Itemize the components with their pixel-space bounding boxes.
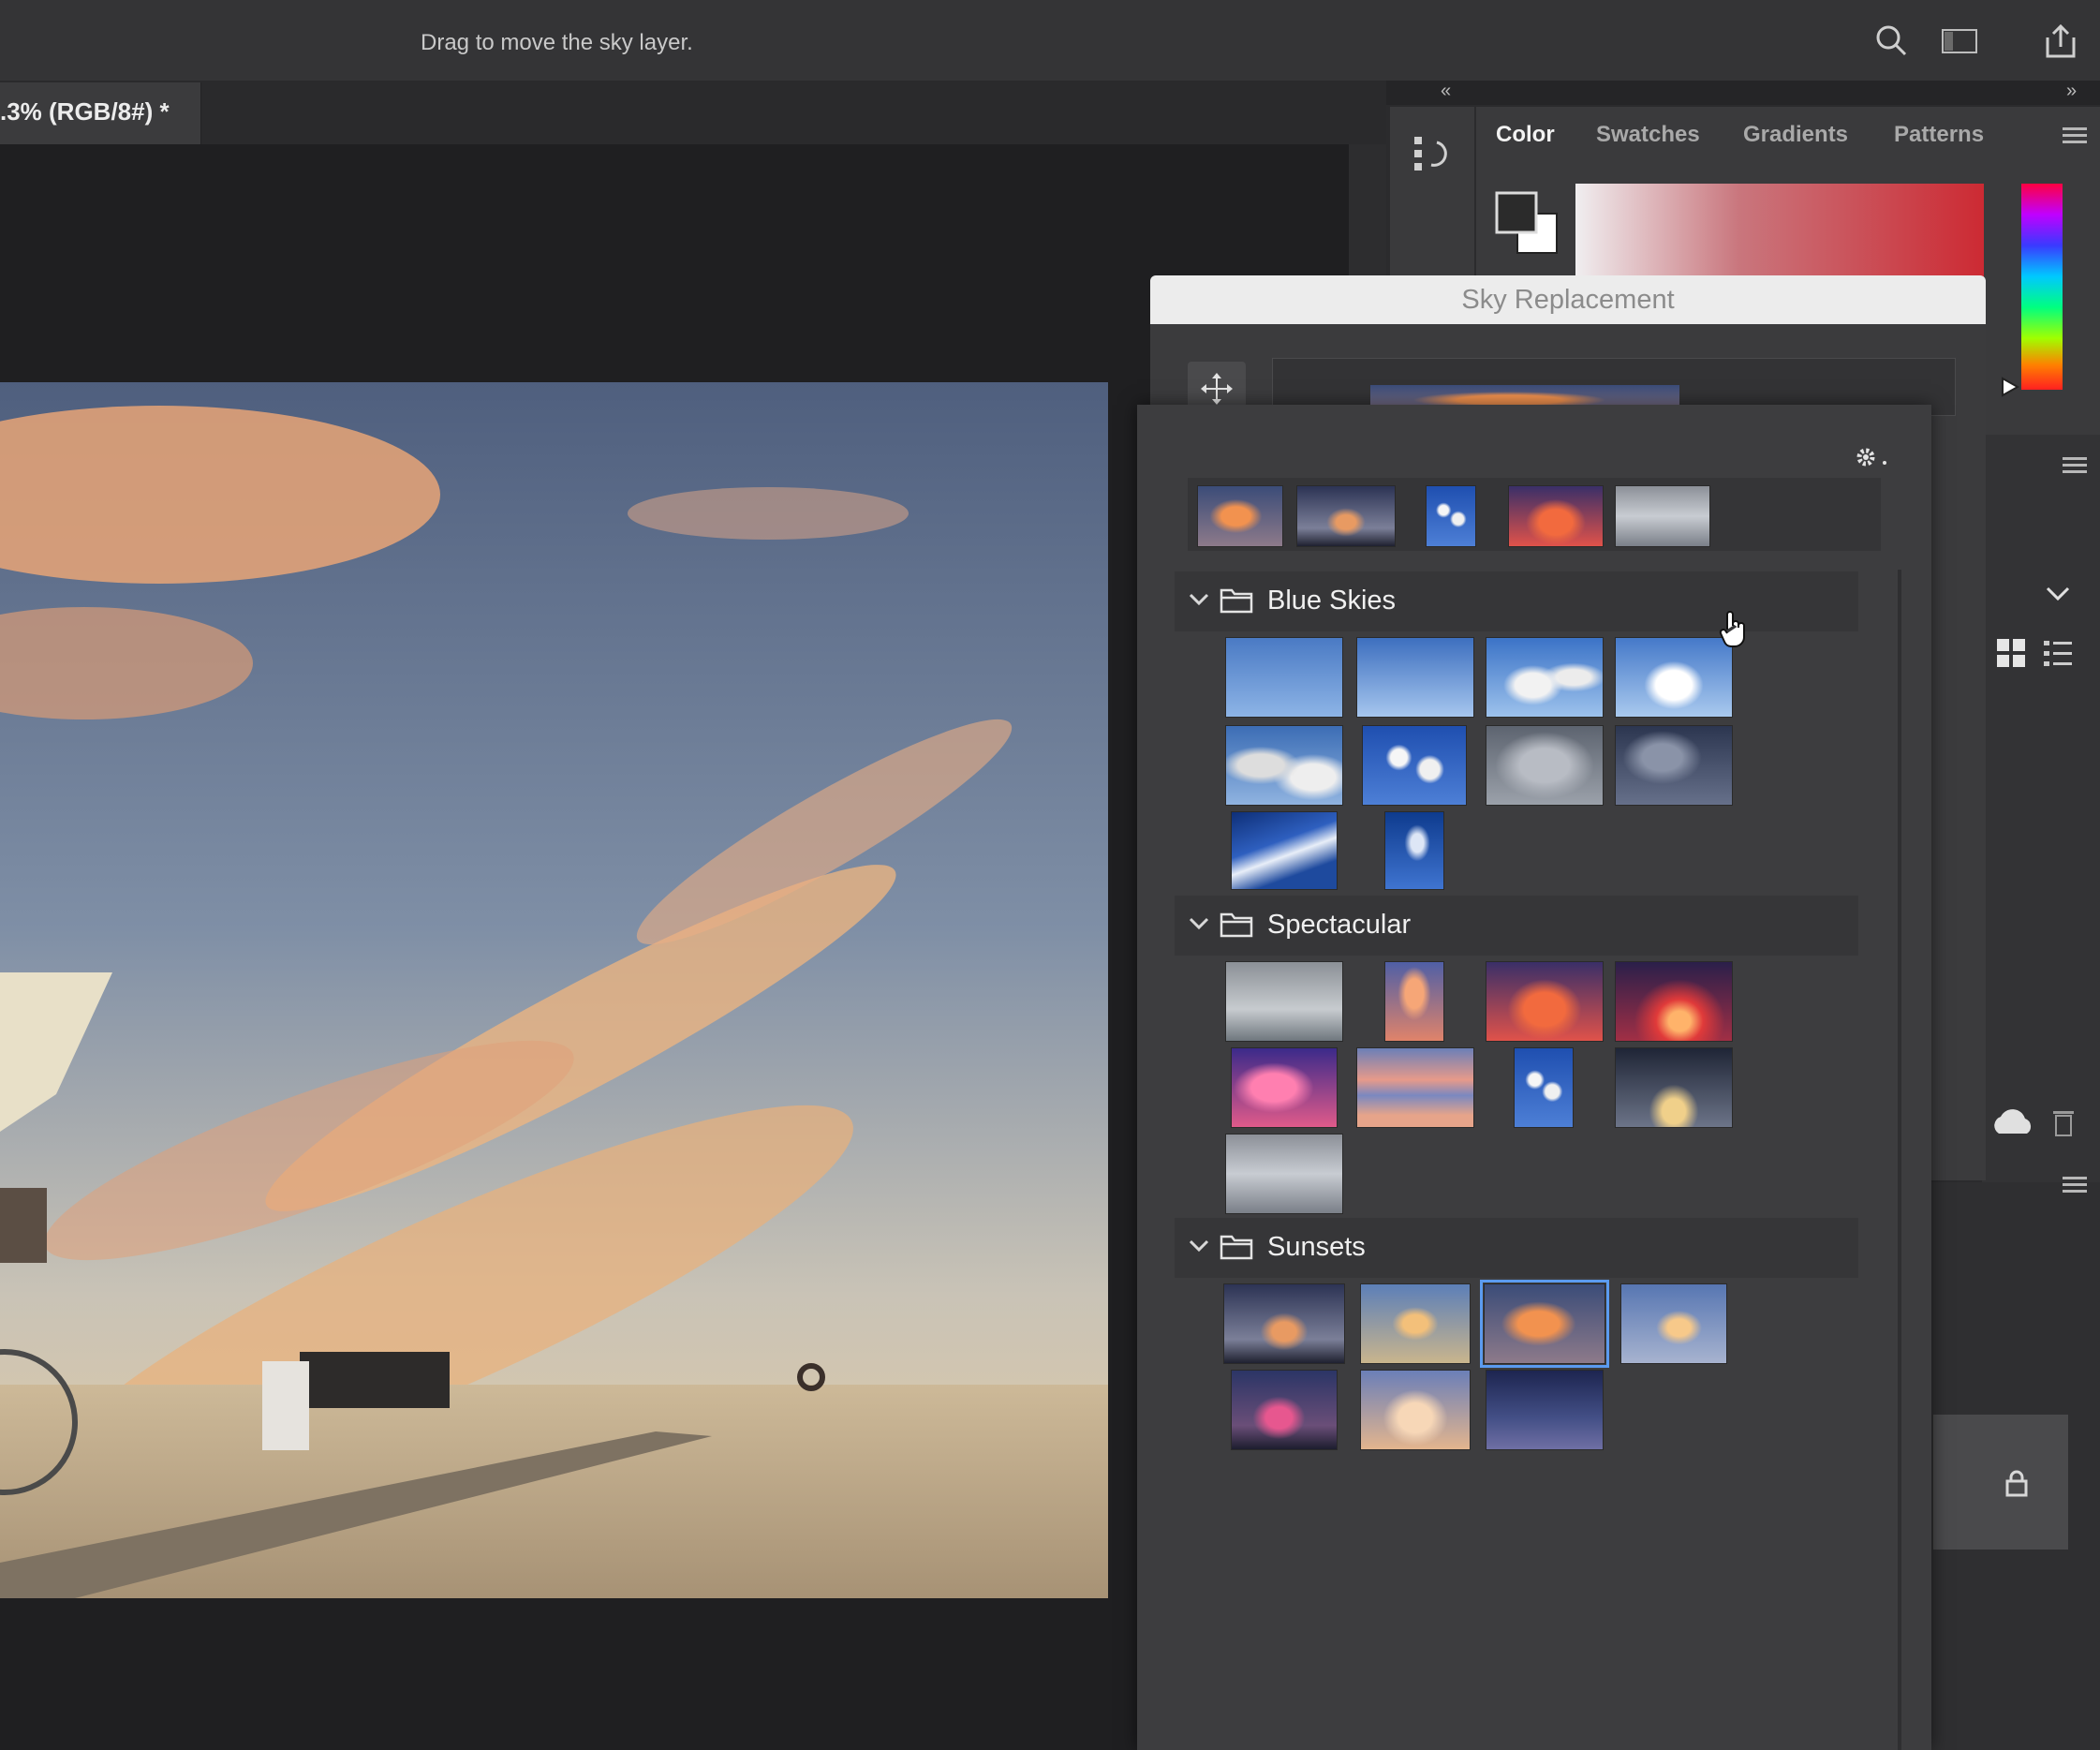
panel-menu-icon[interactable]: [2063, 455, 2087, 481]
sky-preset[interactable]: [1486, 961, 1604, 1042]
panel-menu-icon[interactable]: [2063, 1175, 2087, 1200]
preset-scrollbar[interactable]: [1898, 570, 1901, 1750]
tab-gradients[interactable]: Gradients: [1743, 122, 1848, 148]
sky-preset[interactable]: [1514, 1047, 1574, 1128]
side-panel: [1982, 435, 2100, 1184]
color-spectrum-field[interactable]: [1575, 184, 1984, 277]
sky-preset[interactable]: [1615, 725, 1733, 806]
sky-preset[interactable]: [1615, 1047, 1733, 1128]
gear-icon[interactable]: [1853, 444, 1890, 477]
grid-view-icon[interactable]: [1995, 637, 2027, 674]
list-view-icon[interactable]: [2042, 637, 2074, 674]
sky-dialog-title: Sky Replacement: [1461, 285, 1675, 315]
sky-preset[interactable]: [1384, 961, 1444, 1042]
trash-icon[interactable]: [2049, 1107, 2078, 1142]
recent-sky-4[interactable]: [1508, 485, 1604, 547]
sky-preset[interactable]: [1384, 811, 1444, 890]
sky-preset[interactable]: [1615, 637, 1733, 718]
sky-preset[interactable]: [1615, 961, 1733, 1042]
collapse-right-icon[interactable]: »: [2066, 81, 2077, 102]
sky-preset[interactable]: [1362, 725, 1467, 806]
sky-preset[interactable]: [1620, 1283, 1727, 1364]
tab-color[interactable]: Color: [1496, 122, 1555, 148]
options-hint: Drag to move the sky layer.: [421, 30, 693, 55]
panel-menu-icon[interactable]: [2063, 126, 2087, 151]
hue-slider-handle[interactable]: [2001, 377, 2020, 402]
cloud-icon[interactable]: [1989, 1105, 2036, 1142]
chevron-down-icon[interactable]: [2044, 583, 2072, 608]
hand-cursor-icon: [1718, 609, 1750, 655]
sky-preset[interactable]: [1486, 725, 1604, 806]
document-image[interactable]: [0, 382, 1108, 1598]
recent-sky-5[interactable]: [1615, 485, 1710, 547]
folder-label-sunsets: Sunsets: [1267, 1232, 1366, 1262]
sky-preset[interactable]: [1231, 1047, 1338, 1128]
chevron-down-icon[interactable]: [1188, 590, 1210, 614]
sky-preset[interactable]: [1360, 1283, 1471, 1364]
sky-preset[interactable]: [1356, 637, 1474, 718]
folder-icon: [1220, 586, 1253, 619]
folder-icon: [1220, 911, 1253, 943]
sky-preset-selected[interactable]: [1480, 1280, 1609, 1368]
workspace-icon[interactable]: [1939, 21, 1980, 62]
sky-preset[interactable]: [1225, 1134, 1343, 1214]
sky-preset[interactable]: [1356, 1047, 1474, 1128]
chevron-down-icon[interactable]: [1188, 914, 1210, 938]
sky-preset[interactable]: [1486, 1370, 1604, 1450]
collapse-left-icon[interactable]: «: [1441, 81, 1451, 102]
sky-preset[interactable]: [1231, 1370, 1338, 1450]
panel-collapse-bar[interactable]: [1386, 81, 2100, 105]
sky-preset[interactable]: [1225, 725, 1343, 806]
folder-label-blue-skies: Blue Skies: [1267, 586, 1397, 615]
layer-thumbnail[interactable]: [1933, 1415, 2068, 1550]
tab-patterns[interactable]: Patterns: [1894, 122, 1984, 148]
sky-preset[interactable]: [1223, 1283, 1345, 1364]
document-tab-label: .3% (RGB/8#) *: [0, 97, 170, 126]
recent-sky-2[interactable]: [1296, 485, 1396, 547]
lock-icon[interactable]: [2004, 1469, 2029, 1502]
search-icon[interactable]: [1871, 21, 1913, 62]
sky-preset[interactable]: [1225, 637, 1343, 718]
sky-preset[interactable]: [1231, 811, 1338, 890]
recent-sky-3[interactable]: [1426, 485, 1476, 547]
recent-sky-1[interactable]: [1197, 485, 1283, 547]
options-bar: [0, 0, 2100, 82]
folder-icon: [1220, 1233, 1253, 1266]
sky-preset[interactable]: [1225, 961, 1343, 1042]
history-icon[interactable]: [1411, 131, 1452, 183]
share-icon[interactable]: [2040, 21, 2081, 62]
hue-slider[interactable]: [2021, 184, 2063, 390]
foreground-background-swatch[interactable]: [1491, 187, 1562, 263]
document-tab-bar: [0, 82, 1386, 144]
sky-preset[interactable]: [1486, 637, 1604, 718]
move-icon: [1201, 373, 1233, 405]
sky-preset[interactable]: [1360, 1370, 1471, 1450]
folder-label-spectacular: Spectacular: [1267, 910, 1412, 940]
tab-swatches[interactable]: Swatches: [1596, 122, 1700, 148]
chevron-down-icon[interactable]: [1188, 1237, 1210, 1260]
